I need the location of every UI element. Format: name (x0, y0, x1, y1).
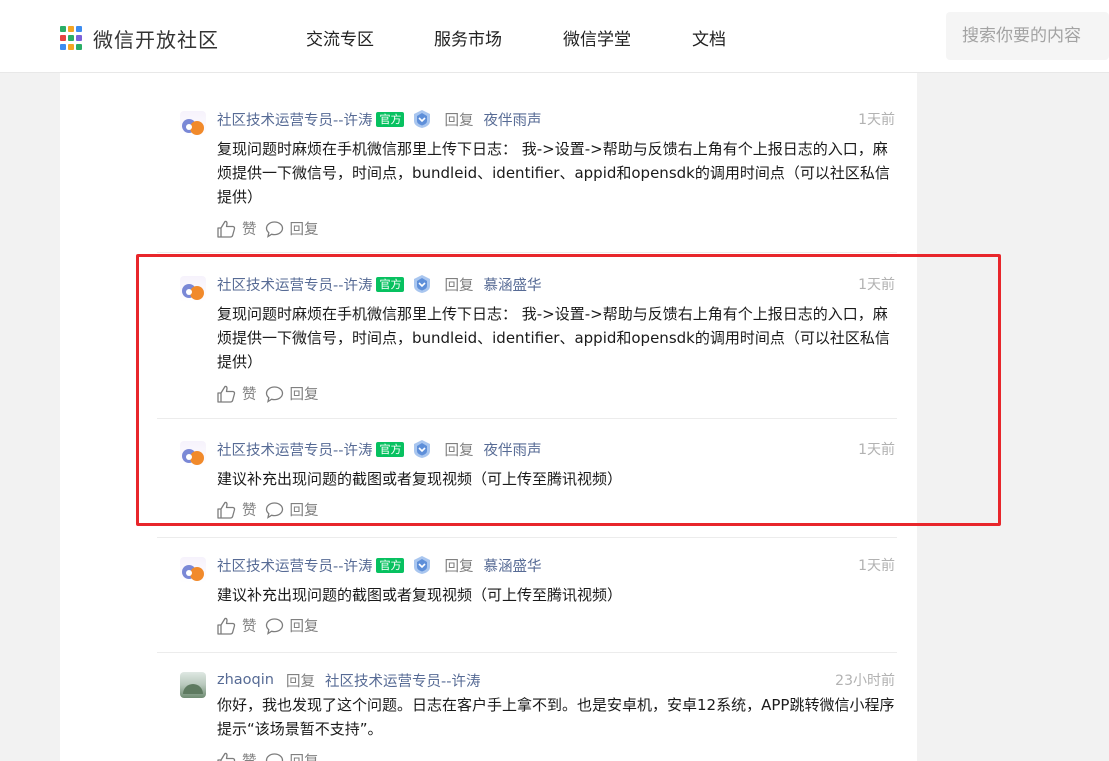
official-badge: 官方 (376, 557, 405, 573)
highlight-box (136, 254, 1001, 526)
divider (157, 652, 897, 653)
medal-icon (412, 109, 432, 129)
like-button[interactable]: 赞 (217, 750, 257, 761)
comment-author[interactable]: 社区技术运营专员--许涛 (217, 555, 372, 576)
like-button[interactable]: 赞 (217, 218, 257, 239)
nav-exchange[interactable]: 交流专区 (306, 25, 374, 50)
search-box[interactable] (946, 12, 1109, 60)
logo-icon (60, 25, 86, 52)
reply-to-user[interactable]: 慕涵盛华 (483, 555, 541, 576)
nav-docs[interactable]: 文档 (692, 25, 726, 50)
official-badge: 官方 (376, 111, 405, 127)
medal-icon (412, 555, 432, 575)
search-input[interactable] (946, 12, 1109, 60)
like-label: 赞 (242, 750, 257, 761)
comment-author[interactable]: zhaoqin (217, 672, 274, 688)
logo-text: 微信开放社区 (93, 28, 219, 52)
thumb-up-icon (217, 752, 236, 761)
comment-text: 你好，我也发现了这个问题。日志在客户手上拿不到。也是安卓机，安卓12系统，APP… (217, 696, 895, 738)
comment-bubble-icon (265, 617, 283, 635)
avatar[interactable] (180, 557, 206, 583)
thumb-up-icon (217, 220, 236, 238)
divider (157, 537, 897, 538)
comment-text: 建议补充出现问题的截图或者复现视频（可上传至腾讯视频） (217, 586, 623, 604)
reply-label: 回复 (285, 673, 315, 690)
site-logo[interactable]: 微信开放社区 (60, 24, 219, 53)
nav-wechat-academy[interactable]: 微信学堂 (563, 25, 631, 50)
comment-text: 复现问题时麻烦在手机微信那里上传下日志： 我->设置->帮助与反馈右上角有个上报… (217, 140, 890, 206)
thumb-up-icon (217, 617, 236, 635)
reply-button[interactable]: 回复 (265, 750, 319, 761)
comment-bubble-icon (265, 220, 283, 238)
divider (157, 252, 897, 253)
comment-time: 1天前 (858, 112, 895, 128)
top-header: 微信开放社区 交流专区 服务市场 微信学堂 文档 (0, 0, 1109, 73)
reply-label: 回复 (444, 558, 474, 575)
comment-author[interactable]: 社区技术运营专员--许涛 (217, 109, 372, 130)
nav-service-market[interactable]: 服务市场 (434, 25, 502, 50)
avatar[interactable] (180, 111, 206, 137)
reply-to-user[interactable]: 夜伴雨声 (483, 109, 541, 130)
reply-label: 回复 (444, 112, 474, 129)
reply-action-label: 回复 (290, 750, 319, 761)
like-label: 赞 (242, 222, 257, 238)
comment-bubble-icon (265, 752, 283, 761)
reply-button[interactable]: 回复 (265, 615, 319, 636)
comment-time: 1天前 (858, 558, 895, 574)
like-button[interactable]: 赞 (217, 615, 257, 636)
reply-to-user[interactable]: 社区技术运营专员--许涛 (325, 670, 480, 691)
avatar[interactable] (180, 672, 206, 698)
reply-action-label: 回复 (289, 619, 319, 635)
reply-action-label: 回复 (289, 222, 319, 238)
reply-button[interactable]: 回复 (265, 218, 319, 239)
comment-time: 23小时前 (835, 673, 895, 689)
like-label: 赞 (242, 619, 257, 635)
